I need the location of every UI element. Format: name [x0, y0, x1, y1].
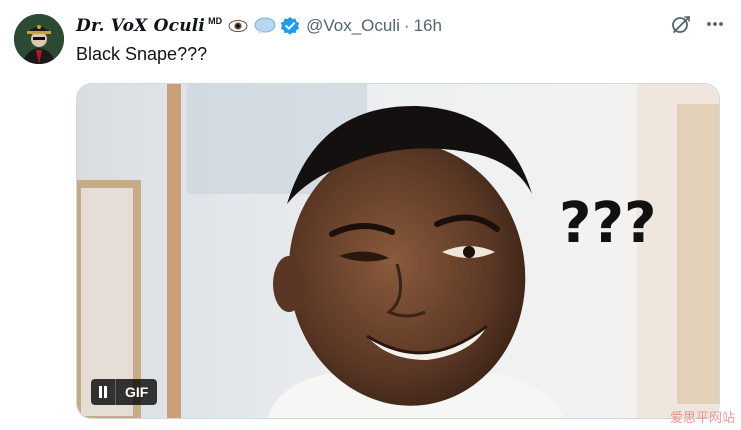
tweet-media[interactable]: ??? GIF: [76, 83, 720, 419]
separator-dot: ·: [403, 16, 410, 35]
pause-icon[interactable]: [91, 379, 116, 405]
timestamp[interactable]: 16h: [414, 16, 442, 36]
gif-image: ???: [77, 84, 719, 418]
tweet[interactable]: Dr. VoX Oculi MD @Vox_Oculi · 16h Black …: [0, 0, 741, 430]
tweet-text: Black Snape???: [76, 44, 208, 64]
grok-icon[interactable]: [671, 14, 691, 34]
watermark: 爱思平网站: [669, 411, 735, 426]
tweet-actions: [671, 14, 725, 34]
verified-icon: [280, 16, 300, 36]
gif-controls: GIF: [91, 379, 158, 405]
tweet-header: Dr. VoX Oculi MD @Vox_Oculi · 16h: [76, 12, 442, 40]
eye-icon: [228, 19, 248, 33]
more-icon[interactable]: [705, 14, 725, 34]
avatar[interactable]: [14, 14, 64, 64]
handle[interactable]: @Vox_Oculi: [306, 16, 400, 36]
gif-badge: GIF: [125, 384, 149, 400]
display-name[interactable]: Dr. VoX Oculi: [76, 16, 205, 36]
overlay-text: ???: [559, 191, 656, 256]
name-suffix: MD: [208, 16, 223, 26]
speech-bubble-icon: [254, 17, 276, 35]
avatar-officer-icon: [14, 14, 64, 64]
